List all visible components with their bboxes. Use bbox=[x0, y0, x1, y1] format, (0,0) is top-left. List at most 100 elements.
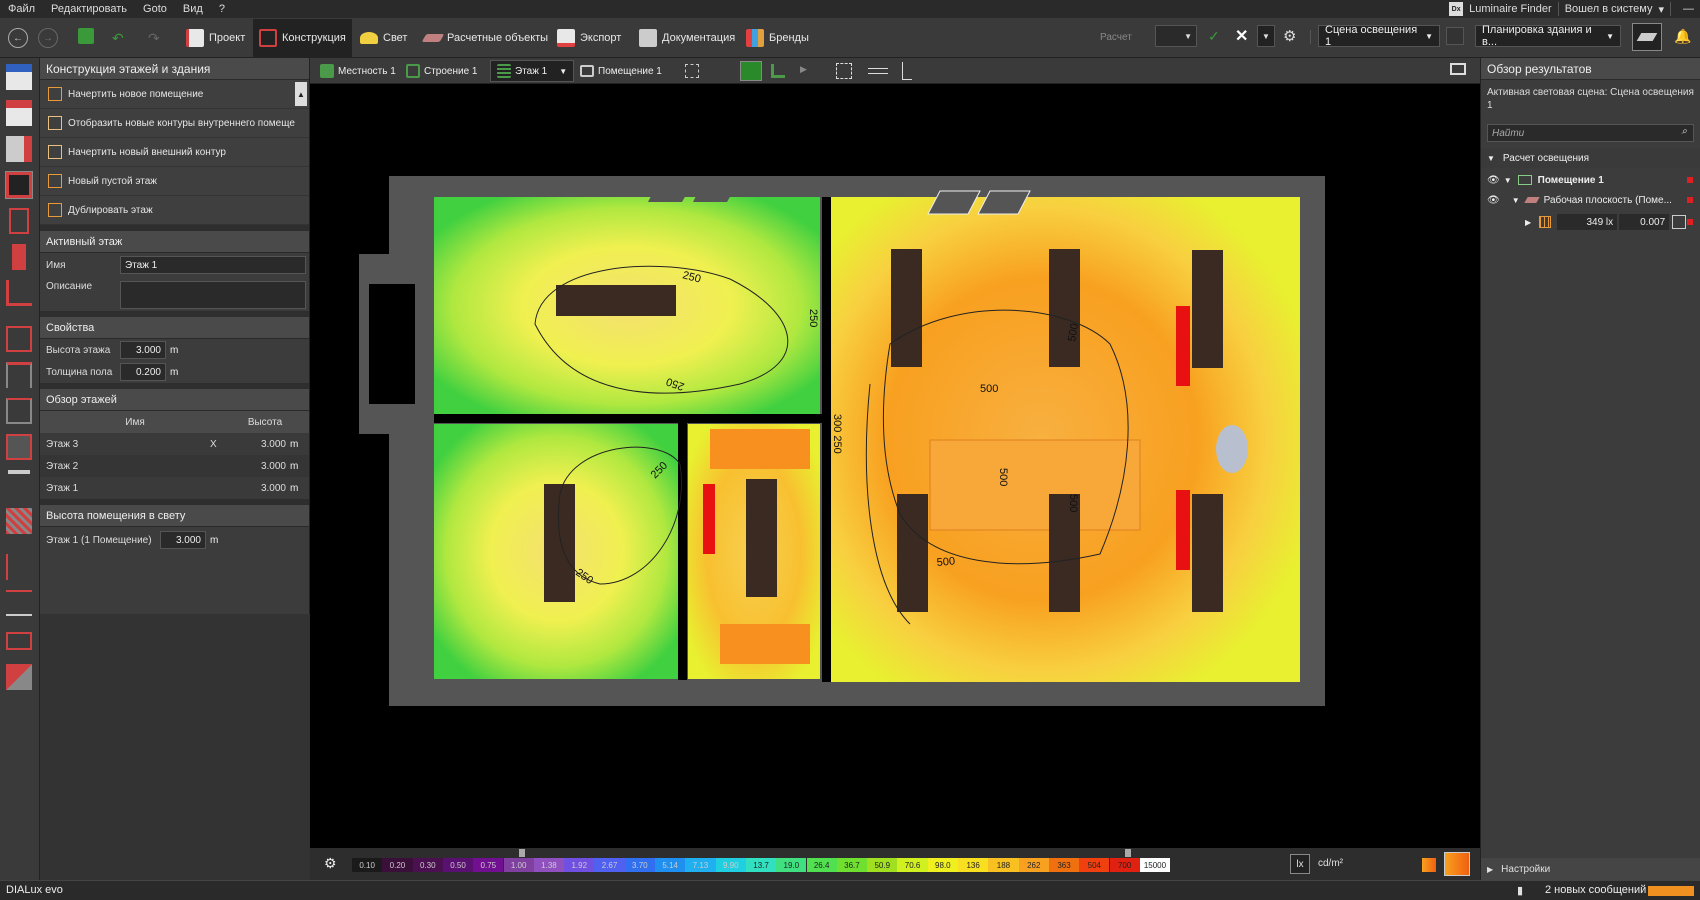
results-search-input[interactable]: Найти ⌕ bbox=[1487, 124, 1694, 142]
message-icon[interactable]: ▮ bbox=[1517, 884, 1523, 897]
tree-result-values[interactable]: ▶ 349 lx 0.007 bbox=[1481, 212, 1700, 232]
forward-icon[interactable]: → bbox=[38, 28, 58, 48]
tree-room[interactable]: 👁 ▼ Помещение 1 bbox=[1481, 170, 1700, 190]
menu-view[interactable]: Вид bbox=[175, 3, 211, 15]
gear-icon[interactable]: ⚙ bbox=[1283, 27, 1296, 45]
duplicate-floor-command[interactable]: Дублировать этаж bbox=[40, 196, 309, 225]
outline-view-icon[interactable] bbox=[771, 64, 785, 78]
ifc-import-icon[interactable] bbox=[6, 100, 32, 126]
luminaire-finder-link[interactable]: Luminaire Finder bbox=[1469, 3, 1552, 15]
tab-light[interactable]: Свет bbox=[354, 19, 413, 57]
tab-room[interactable]: Помещение 1 bbox=[574, 60, 668, 82]
tab-project[interactable]: Проект bbox=[180, 19, 251, 57]
rectangle-icon[interactable] bbox=[6, 632, 32, 650]
scale-max-handle[interactable] bbox=[1124, 849, 1131, 857]
gradient-toggle-icon[interactable] bbox=[1422, 858, 1436, 872]
back-icon[interactable]: ← bbox=[8, 28, 28, 48]
text-icon[interactable] bbox=[6, 554, 32, 580]
menu-file[interactable]: Файл bbox=[0, 3, 43, 15]
floorplan-viewport[interactable]: 250 250 250 250 250 500 500 500 500 500 … bbox=[310, 84, 1480, 848]
tab-brands[interactable]: Бренды bbox=[740, 19, 815, 57]
eye-icon[interactable]: 👁 bbox=[1487, 195, 1500, 206]
chevron-down-icon[interactable]: ▾ bbox=[1658, 3, 1664, 16]
tab-calc-objects[interactable]: Расчетные объекты bbox=[418, 19, 554, 57]
description-input[interactable] bbox=[120, 281, 306, 309]
tab-terrain[interactable]: Местность 1 bbox=[314, 60, 402, 82]
calc-dropdown[interactable]: ▼ bbox=[1155, 25, 1197, 47]
scale-min-handle[interactable] bbox=[518, 849, 525, 857]
eye-icon[interactable]: 👁 bbox=[1487, 175, 1500, 186]
measure-horizontal-icon[interactable] bbox=[868, 68, 888, 74]
ceiling-icon[interactable] bbox=[6, 398, 32, 424]
messages-link[interactable]: 2 новых сообщений bbox=[1545, 884, 1646, 896]
measure-vertical-icon[interactable] bbox=[902, 62, 912, 80]
floor-row-height[interactable]: 3.000 bbox=[236, 439, 286, 450]
floor-name-input[interactable]: Этаж 1 bbox=[120, 256, 306, 274]
unit-candela-button[interactable]: cd/m² bbox=[1318, 858, 1343, 869]
room-icon[interactable] bbox=[9, 208, 29, 234]
scene-settings-icon[interactable] bbox=[1446, 27, 1464, 45]
floor-row-height[interactable]: 3.000 bbox=[236, 461, 286, 472]
scroll-up-icon[interactable]: ▲ bbox=[295, 82, 307, 106]
zoom-fit-icon[interactable] bbox=[836, 63, 852, 79]
check-icon[interactable]: ✓ bbox=[1208, 28, 1220, 45]
menu-edit[interactable]: Редактировать bbox=[43, 3, 135, 15]
scale-legend[interactable]: 0.10 0.20 0.30 0.50 0.75 1.00 1.38 1.92 2.67 3.70… bbox=[352, 848, 1172, 880]
floor-height-input[interactable]: 3.000 bbox=[120, 341, 166, 359]
tab-export[interactable]: Экспорт bbox=[551, 19, 627, 57]
draw-new-room-command[interactable]: Начертить новое помещение bbox=[40, 80, 309, 109]
room-height-input[interactable]: 3.000 bbox=[160, 531, 206, 549]
scale-settings-icon[interactable]: ⚙ bbox=[324, 855, 337, 872]
tab-floor[interactable]: Этаж 1 ▼ bbox=[490, 60, 575, 82]
stairs-icon[interactable] bbox=[6, 508, 32, 534]
bell-icon[interactable]: 🔔 bbox=[1674, 28, 1691, 45]
show-inner-contours-command[interactable]: Отобразить новые контуры внутреннего пом… bbox=[40, 109, 309, 138]
calc-tree-header[interactable]: ▼ Расчет освещения bbox=[1481, 148, 1700, 168]
solid-view-icon[interactable] bbox=[740, 61, 762, 81]
floor-row[interactable]: Этаж 2 3.000 m bbox=[40, 455, 309, 477]
settings-section[interactable]: ▶ Настройки bbox=[1481, 858, 1700, 880]
tab-documentation[interactable]: Документация bbox=[633, 19, 741, 57]
floor-construction-icon[interactable] bbox=[5, 171, 33, 199]
login-status[interactable]: Вошел в систему bbox=[1565, 3, 1653, 15]
floor-row[interactable]: Этаж 1 3.000 m bbox=[40, 477, 309, 499]
menu-help[interactable]: ? bbox=[211, 3, 233, 15]
redo-icon[interactable]: ↷ bbox=[148, 30, 160, 47]
menu-goto[interactable]: Goto bbox=[135, 3, 175, 15]
image-import-icon[interactable] bbox=[6, 136, 32, 162]
luminaire-finder-icon[interactable]: Dx bbox=[1449, 2, 1464, 16]
unit-lux-button[interactable]: lx bbox=[1290, 854, 1310, 874]
selection-icon[interactable] bbox=[685, 64, 699, 78]
gradient-active-icon[interactable] bbox=[1444, 852, 1470, 876]
description-label: Описание bbox=[46, 281, 93, 292]
undo-icon[interactable]: ↶ bbox=[112, 30, 124, 47]
plan-select[interactable]: Планировка здания и в... ▼ bbox=[1475, 24, 1621, 48]
draw-outer-contour-command[interactable]: Начертить новый внешний контур bbox=[40, 138, 309, 167]
floor-row[interactable]: Этаж 3 X 3.000 m bbox=[40, 433, 309, 455]
tree-workplane[interactable]: 👁 ▼ Рабочая плоскость (Поме... bbox=[1481, 190, 1700, 210]
dwg-import-icon[interactable] bbox=[6, 64, 32, 90]
wall-icon[interactable] bbox=[12, 244, 26, 270]
save-icon[interactable] bbox=[78, 28, 94, 44]
measure-icon[interactable] bbox=[6, 664, 32, 690]
cancel-dropdown[interactable]: ▼ bbox=[1257, 25, 1275, 47]
new-empty-floor-command[interactable]: Новый пустой этаж bbox=[40, 167, 309, 196]
minimize-icon[interactable]: — bbox=[1677, 3, 1700, 15]
tab-construction[interactable]: Конструкция bbox=[253, 19, 352, 57]
plan-view-icon[interactable] bbox=[1632, 23, 1662, 51]
floor-row-height[interactable]: 3.000 bbox=[236, 483, 286, 494]
close-icon[interactable]: ✕ bbox=[1235, 26, 1248, 46]
floor-icon[interactable] bbox=[6, 280, 32, 306]
furniture-icon[interactable] bbox=[8, 470, 30, 496]
roof-icon[interactable] bbox=[6, 362, 32, 388]
chart-icon[interactable] bbox=[1672, 215, 1687, 229]
floor-row-delete[interactable]: X bbox=[210, 439, 236, 450]
opening-icon[interactable] bbox=[6, 434, 32, 460]
chevron-right-icon[interactable]: ▶ bbox=[800, 64, 807, 75]
scene-select[interactable]: Сцена освещения 1 ▼ bbox=[1318, 24, 1440, 48]
floor-thickness-input[interactable]: 0.200 bbox=[120, 363, 166, 381]
section-icon[interactable] bbox=[6, 590, 32, 616]
building-icon[interactable] bbox=[6, 326, 32, 352]
monitor-icon[interactable] bbox=[1450, 63, 1466, 75]
tab-building[interactable]: Строение 1 bbox=[400, 60, 484, 82]
